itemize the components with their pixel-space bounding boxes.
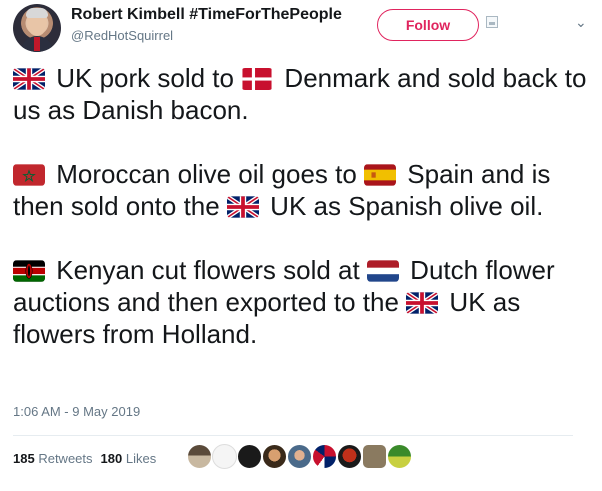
avatar-hair [26, 8, 48, 18]
flag-uk-icon [406, 292, 439, 314]
author-avatar[interactable] [13, 4, 61, 52]
retweets-count: 185 [13, 451, 35, 466]
flag-morocco-icon [13, 164, 45, 186]
tweet-text-segment: UK pork sold to [49, 63, 242, 93]
tweet-paragraph: Kenyan cut flowers sold at Dutch flower … [13, 254, 591, 350]
flag-kenya-icon [13, 260, 45, 282]
tweet-text: UK pork sold to Denmark and sold back to… [13, 62, 591, 382]
author-handle[interactable]: @RedHotSquirrel [71, 28, 173, 43]
tweet-timestamp[interactable]: 1:06 AM - 9 May 2019 [13, 404, 140, 419]
retweets-stat[interactable]: 185 Retweets [13, 451, 93, 466]
tweet-paragraph: Moroccan olive oil goes to Spain and is … [13, 158, 591, 222]
flag-uk-icon [226, 196, 259, 218]
retweets-label: Retweets [38, 451, 93, 466]
tweet-header: Robert Kimbell #TimeForThePeople @RedHot… [13, 4, 593, 52]
image-placeholder-icon [486, 16, 498, 28]
liker-avatar[interactable] [262, 444, 287, 469]
liker-avatar[interactable] [337, 444, 362, 469]
flag-uk-icon [13, 68, 45, 90]
chevron-down-icon[interactable]: ⌄ [575, 14, 587, 31]
author-name[interactable]: Robert Kimbell #TimeForThePeople [71, 6, 342, 24]
avatar-tie [34, 37, 40, 51]
flag-denmark-icon [241, 68, 273, 90]
tweet-text-segment: Moroccan olive oil goes to [49, 159, 365, 189]
liker-avatar[interactable] [187, 444, 212, 469]
likes-stat[interactable]: 180 Likes [101, 451, 157, 466]
liker-avatar[interactable] [212, 444, 237, 469]
tweet-stats: 185 Retweets 180 Likes [13, 451, 156, 466]
follow-button[interactable]: Follow [377, 9, 479, 41]
liker-avatar[interactable] [312, 444, 337, 469]
liker-avatar[interactable] [237, 444, 262, 469]
likes-label: Likes [125, 451, 157, 466]
flag-netherlands-icon [366, 260, 399, 282]
liker-avatar[interactable] [387, 444, 412, 469]
liker-avatar[interactable] [362, 444, 387, 469]
tweet-text-segment: UK as Spanish olive oil. [262, 191, 544, 221]
flag-spain-icon [364, 164, 397, 186]
likers-avatars [187, 444, 412, 472]
tweet-text-segment: Kenyan cut flowers sold at [49, 255, 367, 285]
likes-count: 180 [100, 451, 123, 466]
liker-avatar[interactable] [287, 444, 312, 469]
divider [13, 435, 573, 436]
tweet-paragraph: UK pork sold to Denmark and sold back to… [13, 62, 591, 126]
